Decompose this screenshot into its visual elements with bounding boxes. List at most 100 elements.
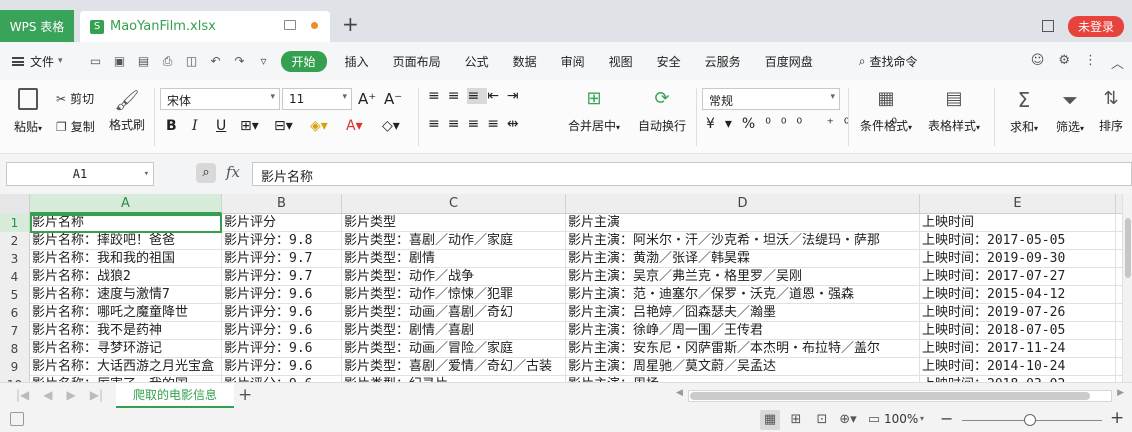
window-layout-icon[interactable] — [1041, 20, 1054, 32]
command-search[interactable]: ⌕ 查找命令 — [847, 53, 930, 70]
cell-e6[interactable]: 上映时间：2019-07-26 — [920, 304, 1116, 322]
cell-b4[interactable]: 影片评分：9.7 — [222, 268, 342, 286]
collapse-ribbon-icon[interactable]: ︿ — [1111, 53, 1124, 72]
tab-page-layout[interactable]: 页面布局 — [381, 53, 453, 70]
cell-b8[interactable]: 影片评分：9.6 — [222, 340, 342, 358]
row-header[interactable]: 9 — [0, 358, 30, 376]
cell-a4[interactable]: 影片名称：战狼2 — [30, 268, 222, 286]
open-folder-icon[interactable]: ▭ — [89, 54, 103, 69]
customize-icon[interactable]: ▿ — [257, 54, 271, 69]
print-icon[interactable]: ⎙ — [161, 54, 175, 69]
page-layout-view-icon[interactable]: ⊞ — [786, 410, 806, 430]
underline-icon[interactable]: U — [216, 118, 226, 134]
vertical-scrollbar[interactable] — [1122, 194, 1132, 382]
font-color-icon[interactable]: A▾ — [346, 118, 363, 134]
cell-c2[interactable]: 影片类型：喜剧／动作／家庭 — [342, 232, 566, 250]
macro-record-icon[interactable] — [10, 412, 24, 426]
increase-font-icon[interactable]: A⁺ — [358, 90, 376, 108]
cell-a6[interactable]: 影片名称：哪吒之魔童降世 — [30, 304, 222, 322]
conditional-format-button[interactable]: ▦ 条件格式▾ — [854, 88, 918, 134]
column-header-d[interactable]: D — [566, 194, 920, 214]
monitor-icon[interactable] — [284, 20, 296, 30]
tab-security[interactable]: 安全 — [645, 53, 693, 70]
cell-d9[interactable]: 影片主演：周星驰／莫文蔚／吴孟达 — [566, 358, 920, 376]
unsaved-dot-icon[interactable] — [311, 22, 318, 29]
next-sheet-icon[interactable]: ▶ — [67, 388, 76, 402]
document-tab[interactable]: S MaoYanFilm.xlsx — [80, 11, 330, 42]
horizontal-scroll-thumb[interactable] — [690, 392, 1090, 400]
cell-b6[interactable]: 影片评分：9.6 — [222, 304, 342, 322]
more-icon[interactable]: ⋮ — [1084, 53, 1097, 72]
decrease-font-icon[interactable]: A⁻ — [384, 90, 402, 108]
add-sheet-button[interactable]: + — [238, 385, 252, 405]
zoom-level[interactable]: 100% — [884, 412, 918, 426]
login-button[interactable]: 未登录 — [1067, 15, 1124, 37]
tab-view[interactable]: 视图 — [597, 53, 645, 70]
cell-c6[interactable]: 影片类型：动画／喜剧／奇幻 — [342, 304, 566, 322]
chat-icon[interactable]: ☺ — [1031, 53, 1045, 72]
horizontal-align-icons[interactable]: ≡≡≡≡⇹ — [428, 116, 527, 132]
name-box[interactable]: A1 ▾ — [6, 162, 154, 186]
undo-icon[interactable]: ↶ — [209, 54, 223, 69]
cell-c7[interactable]: 影片类型：剧情／喜剧 — [342, 322, 566, 340]
cell-c1[interactable]: 影片类型 — [342, 214, 566, 232]
cell-b7[interactable]: 影片评分：9.6 — [222, 322, 342, 340]
clear-format-icon[interactable]: ◇▾ — [382, 118, 400, 134]
cell-a2[interactable]: 影片名称：摔跤吧！爸爸 — [30, 232, 222, 250]
export-pdf-icon[interactable]: ▤ — [137, 54, 151, 69]
cell-d8[interactable]: 影片主演：安东尼・冈萨雷斯／本杰明・布拉特／盖尔 — [566, 340, 920, 358]
cell-a7[interactable]: 影片名称：我不是药神 — [30, 322, 222, 340]
number-format-select[interactable]: 常规 ▾ — [702, 88, 840, 110]
cut-button[interactable]: ✂ 剪切 — [56, 90, 94, 107]
sum-button[interactable]: Σ 求和▾ — [1004, 88, 1044, 135]
normal-view-icon[interactable]: ▦ — [760, 410, 780, 430]
cell-c3[interactable]: 影片类型：剧情 — [342, 250, 566, 268]
last-sheet-icon[interactable]: ▶| — [90, 388, 103, 402]
sheet-tab-movie-info[interactable]: 爬取的电影信息 — [116, 383, 234, 408]
function-icon[interactable]: fx — [226, 163, 240, 181]
cell-e9[interactable]: 上映时间：2014-10-24 — [920, 358, 1116, 376]
cell-d3[interactable]: 影片主演：黄渤／张译／韩昊霖 — [566, 250, 920, 268]
cell-e4[interactable]: 上映时间：2017-07-27 — [920, 268, 1116, 286]
cell-d4[interactable]: 影片主演：吴京／弗兰克・格里罗／吴刚 — [566, 268, 920, 286]
column-header-a[interactable]: A — [30, 194, 222, 214]
app-tab[interactable]: WPS 表格 — [0, 10, 74, 42]
prev-sheet-icon[interactable]: ◀ — [43, 388, 52, 402]
cell-style-icon[interactable]: ⊟▾ — [274, 118, 293, 134]
tab-formulas[interactable]: 公式 — [453, 53, 501, 70]
chevron-down-icon[interactable]: ▾ — [920, 414, 924, 423]
row-header[interactable]: 5 — [0, 286, 30, 304]
format-painter-button[interactable]: 🖌 格式刷 — [106, 88, 148, 133]
page-break-view-icon[interactable]: ⊡ — [812, 410, 832, 430]
scroll-left-icon[interactable]: ◀ — [676, 388, 683, 398]
new-tab-button[interactable]: + — [342, 12, 359, 36]
zoom-in-button[interactable]: + — [1110, 408, 1124, 428]
tab-review[interactable]: 审阅 — [549, 53, 597, 70]
row-header[interactable]: 2 — [0, 232, 30, 250]
column-header-e[interactable]: E — [920, 194, 1116, 214]
cell-d1[interactable]: 影片主演 — [566, 214, 920, 232]
cell-b5[interactable]: 影片评分：9.6 — [222, 286, 342, 304]
cell-b3[interactable]: 影片评分：9.7 — [222, 250, 342, 268]
row-header[interactable]: 6 — [0, 304, 30, 322]
spreadsheet-grid[interactable]: A B C D E 1 影片名称 影片评分 影片类型 影片主演 上映时间 2 影片名称：摔跤吧… — [0, 194, 1122, 382]
cell-d7[interactable]: 影片主演：徐峥／周一围／王传君 — [566, 322, 920, 340]
wrap-text-button[interactable]: ⟳ 自动换行 — [634, 88, 690, 134]
filter-button[interactable]: ⏷ 筛选▾ — [1050, 88, 1090, 135]
vertical-scroll-thumb[interactable] — [1125, 218, 1131, 278]
print-preview-icon[interactable]: ◫ — [185, 54, 199, 69]
fill-color-icon[interactable]: ◈▾ — [310, 118, 328, 134]
cell-d5[interactable]: 影片主演：范・迪塞尔／保罗・沃克／道恩・强森 — [566, 286, 920, 304]
row-header[interactable]: 8 — [0, 340, 30, 358]
row-header[interactable]: 3 — [0, 250, 30, 268]
fullscreen-icon[interactable]: ▭ — [864, 410, 884, 430]
cell-e1[interactable]: 上映时间 — [920, 214, 1116, 232]
redo-icon[interactable]: ↷ — [233, 54, 247, 69]
copy-button[interactable]: ❐ 复制 — [56, 118, 95, 135]
row-header[interactable]: 7 — [0, 322, 30, 340]
column-header-c[interactable]: C — [342, 194, 566, 214]
vertical-align-icons[interactable]: ≡≡≡⇤⇥ — [428, 88, 527, 104]
zoom-search-icon[interactable]: ⌕ — [196, 163, 216, 183]
formula-input[interactable]: 影片名称 — [252, 162, 1132, 186]
cell-a5[interactable]: 影片名称：速度与激情7 — [30, 286, 222, 304]
